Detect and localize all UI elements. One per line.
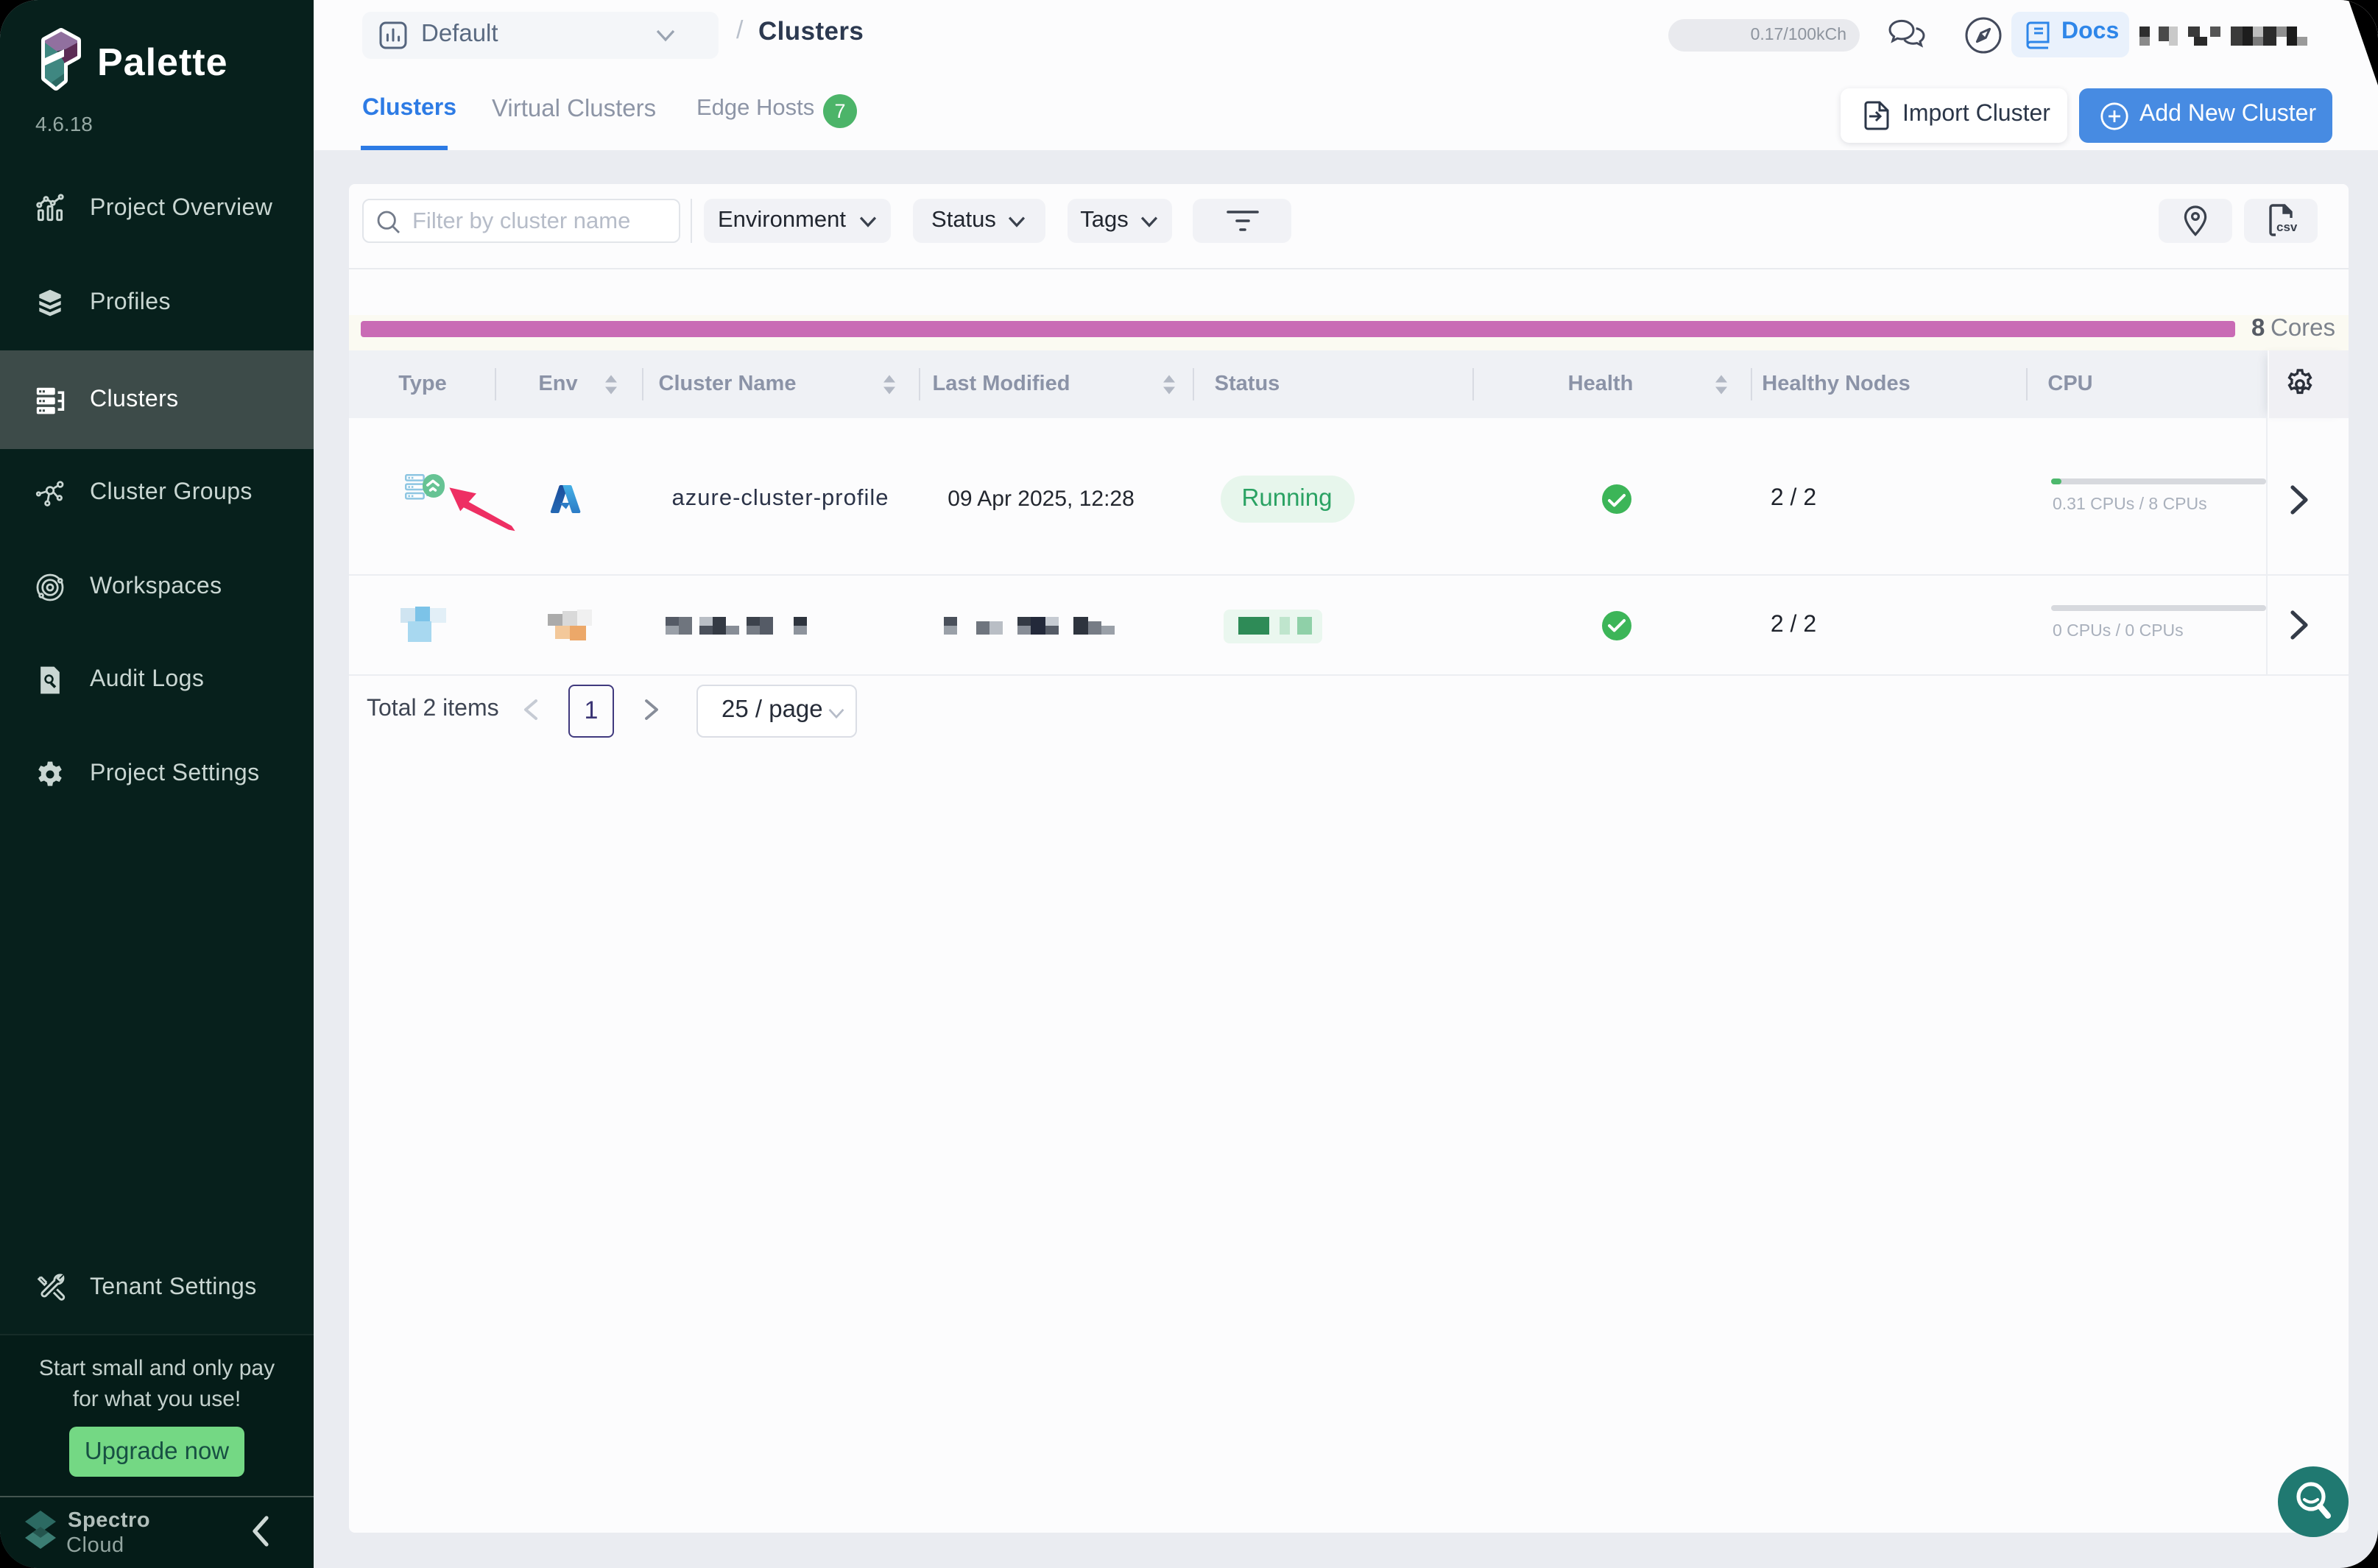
svg-text:csv: csv: [2276, 220, 2297, 234]
